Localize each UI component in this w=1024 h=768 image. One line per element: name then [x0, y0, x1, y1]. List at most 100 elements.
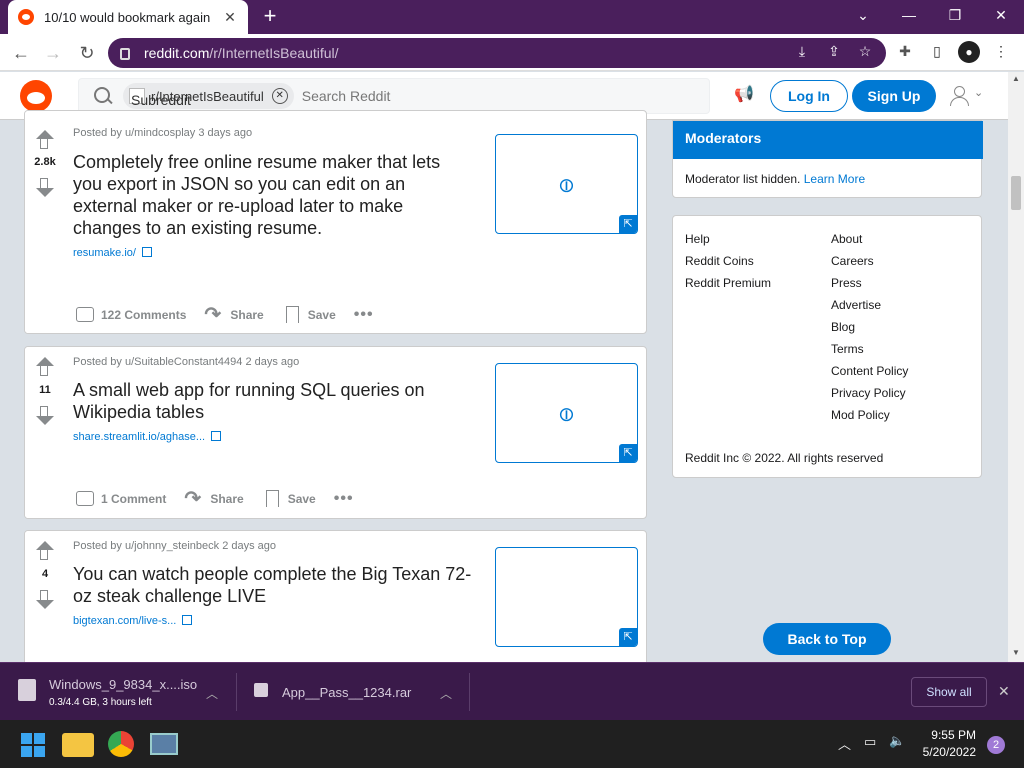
- upvote-arrow-icon[interactable]: [35, 541, 55, 561]
- reload-icon[interactable]: ↻: [74, 40, 100, 66]
- post-thumbnail[interactable]: ⊘ ⇱: [495, 134, 638, 234]
- more-options-icon[interactable]: •••: [334, 490, 354, 508]
- footer-link-privacy-policy[interactable]: Privacy Policy: [831, 386, 906, 400]
- post-title[interactable]: You can watch people complete the Big Te…: [73, 563, 473, 607]
- browser-tab[interactable]: 10/10 would bookmark again ✕: [8, 0, 248, 34]
- tab-search-chevron-icon[interactable]: ⌄: [840, 0, 886, 30]
- tab-close-icon[interactable]: ✕: [222, 9, 238, 26]
- back-to-top-button[interactable]: Back to Top: [763, 623, 891, 655]
- post-score: 4: [41, 568, 49, 580]
- network-icon[interactable]: ▭: [864, 734, 876, 750]
- learn-more-link[interactable]: Learn More: [804, 172, 865, 186]
- comments-button[interactable]: 1 Comment: [75, 490, 166, 508]
- post-card[interactable]: 2.8k Posted by u/mindcosplay 3 days ago …: [24, 110, 647, 334]
- search-input[interactable]: [301, 88, 602, 104]
- chrome-taskbar-icon[interactable]: [108, 731, 134, 757]
- downvote-arrow-icon[interactable]: [35, 177, 55, 197]
- download-item[interactable]: Windows_9_9834_x....iso 0.3/4.4 GB, 3 ho…: [18, 663, 228, 721]
- share-page-icon[interactable]: ⇪: [825, 42, 843, 60]
- chrome-menu-icon[interactable]: ⋮: [992, 42, 1010, 60]
- post-meta: Posted by u/johnny_steinbeck 2 days ago: [73, 540, 277, 552]
- advertise-megaphone-icon[interactable]: 📢: [732, 84, 756, 108]
- footer-link-reddit-premium[interactable]: Reddit Premium: [685, 276, 771, 290]
- system-clock[interactable]: 9:55 PM 5/20/2022: [916, 727, 976, 761]
- footer-link-blog[interactable]: Blog: [831, 320, 855, 334]
- post-thumbnail[interactable]: ⊘ ⇱: [495, 363, 638, 463]
- install-app-icon[interactable]: ⤓: [793, 42, 811, 60]
- back-arrow-icon[interactable]: ←: [8, 40, 34, 66]
- subreddit-filter-chip[interactable]: r/InternetIsBeautiful ✕ Subreddit Icon: [123, 83, 294, 124]
- copyright-text: Reddit Inc © 2022. All rights reserved: [685, 451, 884, 465]
- post-title[interactable]: A small web app for running SQL queries …: [73, 379, 473, 423]
- address-bar[interactable]: reddit.com/r/InternetIsBeautiful/: [108, 38, 886, 68]
- reddit-logo-icon[interactable]: [20, 80, 52, 112]
- post-title[interactable]: Completely free online resume maker that…: [73, 151, 473, 239]
- downvote-arrow-icon[interactable]: [35, 589, 55, 609]
- save-button[interactable]: Save: [262, 490, 316, 508]
- upvote-arrow-icon[interactable]: [35, 357, 55, 377]
- side-panel-icon[interactable]: ▯: [928, 42, 946, 60]
- new-tab-button[interactable]: +: [258, 4, 282, 28]
- bookmark-star-icon[interactable]: ☆: [856, 42, 874, 60]
- start-windows-icon[interactable]: [21, 733, 45, 757]
- page-scrollbar[interactable]: ▲ ▼: [1008, 72, 1024, 662]
- scroll-down-arrow-icon[interactable]: ▼: [1012, 648, 1020, 657]
- rar-file-icon: [254, 683, 268, 697]
- post-card[interactable]: 11 Posted by u/SuitableConstant4494 2 da…: [24, 346, 647, 519]
- browser-toolbar: ← → ↻ reddit.com/r/InternetIsBeautiful/ …: [0, 34, 1024, 71]
- comment-icon: [75, 306, 95, 324]
- share-icon: [204, 302, 224, 327]
- notification-badge[interactable]: 2: [987, 736, 1005, 754]
- footer-link-help[interactable]: Help: [685, 232, 710, 246]
- lock-icon[interactable]: [120, 48, 130, 60]
- bookmark-icon: [282, 306, 302, 324]
- footer-link-about[interactable]: About: [831, 232, 862, 246]
- show-hidden-icons-chevron-icon[interactable]: ︿: [838, 734, 851, 753]
- forward-arrow-icon[interactable]: →: [40, 40, 66, 66]
- vote-column: 4: [25, 531, 65, 669]
- downvote-arrow-icon[interactable]: [35, 405, 55, 425]
- remove-chip-icon[interactable]: ✕: [271, 88, 288, 104]
- share-button[interactable]: Share: [184, 486, 243, 511]
- footer-link-reddit-coins[interactable]: Reddit Coins: [685, 254, 754, 268]
- post-thumbnail[interactable]: ⇱: [495, 547, 638, 647]
- post-link[interactable]: resumake.io/: [73, 246, 152, 259]
- show-all-downloads-button[interactable]: Show all: [911, 677, 987, 707]
- scrollbar-thumb[interactable]: [1011, 176, 1021, 210]
- save-button[interactable]: Save: [282, 306, 336, 324]
- close-download-shelf-icon[interactable]: ✕: [998, 683, 1010, 700]
- footer-link-mod-policy[interactable]: Mod Policy: [831, 408, 890, 422]
- upvote-arrow-icon[interactable]: [35, 130, 55, 150]
- post-link[interactable]: share.streamlit.io/aghase...: [73, 430, 222, 443]
- restore-button[interactable]: ❐: [932, 0, 978, 30]
- scroll-up-arrow-icon[interactable]: ▲: [1012, 74, 1020, 83]
- log-in-button[interactable]: Log In: [770, 80, 848, 112]
- close-window-button[interactable]: ✕: [978, 0, 1024, 30]
- profile-avatar-icon[interactable]: ●: [958, 41, 980, 63]
- windows-taskbar: ︿ ▭ 🔈 9:55 PM 5/20/2022: [0, 720, 1024, 768]
- link-icon: ⊘: [553, 401, 581, 429]
- post-link[interactable]: bigtexan.com/live-s...: [73, 614, 193, 627]
- external-link-corner-icon: ⇱: [619, 444, 637, 462]
- more-options-icon[interactable]: •••: [354, 306, 374, 324]
- minimize-button[interactable]: —: [886, 0, 932, 30]
- download-options-chevron-icon[interactable]: ︿: [440, 685, 452, 702]
- download-options-chevron-icon[interactable]: ︿: [206, 685, 218, 702]
- post-card[interactable]: 4 Posted by u/johnny_steinbeck 2 days ag…: [24, 530, 647, 670]
- extensions-puzzle-icon[interactable]: ✚: [896, 42, 914, 60]
- comments-button[interactable]: 122 Comments: [75, 306, 186, 324]
- comments-label: 122 Comments: [101, 308, 187, 322]
- monitor-app-icon[interactable]: [150, 733, 178, 755]
- footer-link-press[interactable]: Press: [831, 276, 862, 290]
- footer-link-careers[interactable]: Careers: [831, 254, 874, 268]
- search-bar[interactable]: r/InternetIsBeautiful ✕ Subreddit Icon: [78, 78, 710, 124]
- footer-link-terms[interactable]: Terms: [831, 342, 864, 356]
- footer-link-content-policy[interactable]: Content Policy: [831, 364, 908, 378]
- sign-up-button[interactable]: Sign Up: [852, 80, 936, 112]
- download-item[interactable]: App__Pass__1234.rar ︿: [254, 663, 464, 721]
- share-button[interactable]: Share: [204, 302, 263, 327]
- user-dropdown[interactable]: ⌄: [948, 84, 988, 108]
- file-explorer-icon[interactable]: [62, 733, 94, 757]
- footer-link-advertise[interactable]: Advertise: [831, 298, 881, 312]
- volume-icon[interactable]: 🔈: [889, 733, 905, 749]
